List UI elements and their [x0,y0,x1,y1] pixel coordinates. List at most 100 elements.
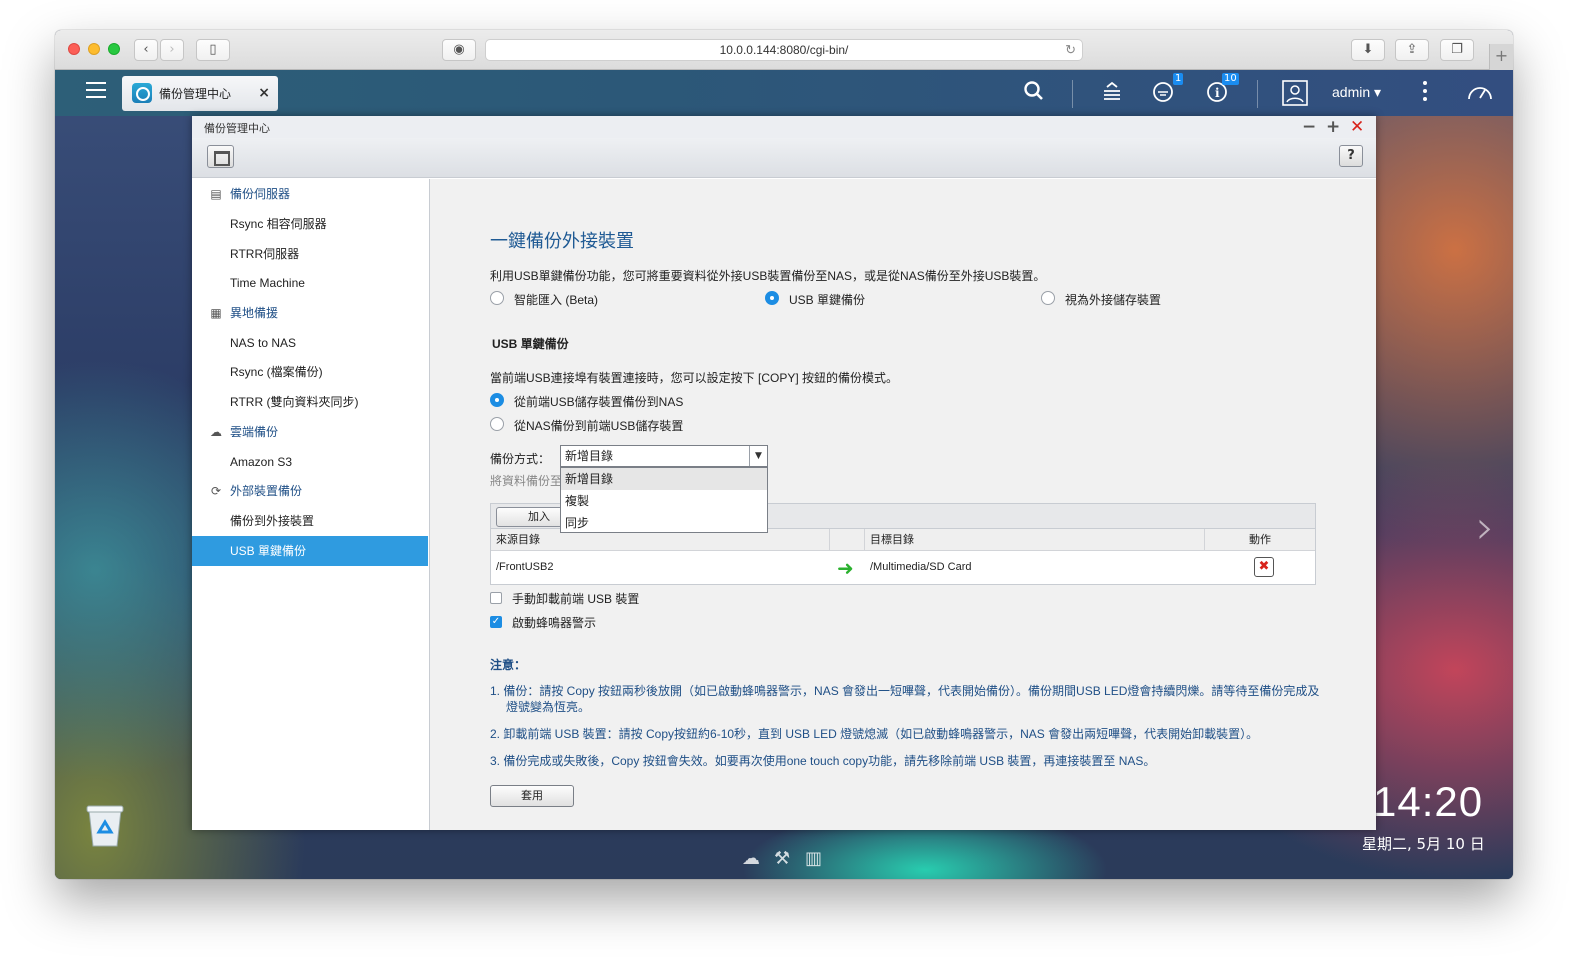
dashboard-icon[interactable] [1466,80,1494,107]
share-icon: ⇪ [1406,42,1418,57]
cloud-icon: ☁ [210,425,222,439]
sidebar-item-rsync-file-backup[interactable]: Rsync (檔案備份) [192,357,428,387]
help-button[interactable]: ? [1339,145,1363,167]
close-window-button[interactable] [68,43,80,55]
checkbox-beeper-alert[interactable]: ✓ [490,616,502,628]
sidebar-group-external-backup[interactable]: ⟳ 外部裝置備份 [208,476,302,506]
sidebar-item-nas-to-nas[interactable]: NAS to NAS [192,328,428,358]
radio-label-usb-one-touch: USB 單鍵備份 [789,293,866,307]
table-row[interactable]: /FrontUSB2 ➜ /Multimedia/SD Card ✖ [491,551,1315,583]
sidebar: ▤ 備份伺服器 Rsync 相容伺服器 RTRR伺服器 Time Machine … [192,179,430,830]
sidebar-group-label: 備份伺服器 [230,187,291,201]
share-button[interactable]: ⇪ [1395,39,1429,61]
check-icon: ✓ [491,616,501,627]
checkbox-label-beeper-alert: 啟動蜂鳴器警示 [512,616,597,630]
overview-button[interactable] [207,145,234,168]
backup-method-dropdown: 新增目錄 複製 同步 [560,467,768,533]
user-avatar-icon[interactable] [1282,80,1308,111]
note-2: 2. 卸載前端 USB 裝置：請按 Copy按鈕約6-10秒，直到 USB LE… [490,727,1259,741]
divider [1072,80,1073,108]
sidebar-group-remote-replication[interactable]: ▦ 異地備援 [208,298,278,328]
app-tab-backup-station[interactable]: 備份管理中心 × [122,76,278,111]
app-tab-label: 備份管理中心 [159,87,232,101]
column-header-action: 動作 [1249,533,1271,546]
radio-nas-to-usb[interactable] [490,417,504,431]
cloud-icon[interactable]: ☁ [742,848,760,869]
sidebar-item-time-machine[interactable]: Time Machine [192,268,428,298]
radio-external-storage[interactable] [1041,291,1055,305]
more-options-icon[interactable] [1421,80,1429,107]
minimize-window-button[interactable] [88,43,100,55]
maximize-icon[interactable]: + [1326,117,1340,137]
window-titlebar: 備份管理中心 − + ✕ [192,116,1376,138]
apply-button[interactable]: 套用 [490,785,574,807]
divider [1257,80,1258,108]
privacy-report-button[interactable]: ◉ [442,39,476,61]
arrow-right-icon: ➜ [837,556,854,580]
radio-usb-to-nas[interactable] [490,393,504,407]
note-1-continued: 燈號變為恆亮。 [506,700,591,714]
nas-desktop: 備份管理中心 × 1 i 10 admin ▾ › 14:20 星期二, 5月 … [55,70,1513,879]
desktop-clock: 14:20 [1373,778,1484,825]
radio-label-external-storage: 視為外接儲存裝置 [1065,293,1162,307]
new-tab-button[interactable]: + [1489,44,1513,70]
shield-icon: ◉ [453,42,465,57]
dropdown-option-sync[interactable]: 同步 [561,512,767,534]
dropdown-option-new-folder[interactable]: 新增目錄 [561,468,767,490]
sidebar-group-backup-server[interactable]: ▤ 備份伺服器 [208,179,290,209]
close-icon[interactable]: × [258,85,270,101]
main-content: 一鍵備份外接裝置 利用USB單鍵備份功能，您可將重要資料從外接USB裝置備份至N… [430,179,1376,830]
window-title: 備份管理中心 [204,122,270,135]
sidebar-item-rtrr-sync[interactable]: RTRR (雙向資料夾同步) [192,387,428,417]
cell-target: /Multimedia/SD Card [870,561,972,573]
main-menu-icon[interactable] [86,82,106,100]
checkbox-manual-unmount[interactable] [490,592,502,604]
chevron-left-icon: ‹ [143,42,149,57]
downloads-button[interactable]: ⬇ [1351,39,1385,61]
browser-window: ‹ › ▯ ◉ 10.0.0.144:8080/cgi-bin/ ↻ ⬇ ⇪ ❐… [55,30,1513,879]
building-icon: ▦ [210,306,222,320]
backup-method-select[interactable]: 新增目錄 ▼ [560,445,768,467]
sidebar-item-amazon-s3[interactable]: Amazon S3 [192,447,428,477]
background-tasks-icon[interactable] [1101,80,1123,107]
radio-label-nas-to-usb: 從NAS備份到前端USB儲存裝置 [514,419,684,433]
book-icon[interactable]: ▥ [805,848,822,869]
external-device-icon[interactable] [1152,80,1176,109]
next-page-arrow-icon[interactable]: › [1476,500,1494,554]
tools-icon[interactable]: ⚒ [774,848,790,869]
backup-method-label: 備份方式： [490,452,551,466]
sidebar-group-cloud-backup[interactable]: ☁ 雲端備份 [208,417,278,447]
radio-usb-one-touch[interactable] [765,291,779,305]
sidebar-group-label: 雲端備份 [230,425,279,439]
intro-text: 利用USB單鍵備份功能，您可將重要資料從外接USB裝置備份至NAS，或是從NAS… [490,269,1046,283]
desktop-date: 星期二, 5月 10 日 [1362,835,1485,853]
plus-icon: + [1494,46,1509,65]
download-icon: ⬇ [1362,42,1374,57]
tabs-icon: ❐ [1451,42,1463,57]
url-text: 10.0.0.144:8080/cgi-bin/ [719,43,849,57]
search-icon[interactable] [1023,80,1045,107]
user-menu[interactable]: admin ▾ [1332,84,1381,101]
close-icon[interactable]: ✕ [1350,117,1364,137]
notification-badge: 1 [1173,73,1184,85]
sidebar-group-label: 外部裝置備份 [230,484,303,498]
sidebar-item-usb-one-touch[interactable]: USB 單鍵備份 [192,536,428,566]
sidebar-item-external-drive[interactable]: 備份到外接裝置 [192,506,428,536]
back-button[interactable]: ‹ [134,39,158,61]
recycle-bin-icon[interactable] [83,802,127,848]
chevron-down-icon[interactable]: ▼ [749,446,767,466]
reload-icon[interactable]: ↻ [1065,40,1076,60]
delete-icon[interactable]: ✖ [1254,557,1274,577]
section-description: 當前端USB連接埠有裝置連接時，您可以設定按下 [COPY] 按鈕的備份模式。 [490,371,899,385]
address-bar[interactable]: 10.0.0.144:8080/cgi-bin/ ↻ [485,39,1083,61]
minimize-icon[interactable]: − [1302,117,1316,137]
radio-smart-import[interactable] [490,291,504,305]
dropdown-option-copy[interactable]: 複製 [561,490,767,512]
sidebar-toggle-button[interactable]: ▯ [196,39,230,61]
sidebar-item-rsync-server[interactable]: Rsync 相容伺服器 [192,209,428,239]
zoom-window-button[interactable] [108,43,120,55]
select-value: 新增目錄 [565,449,614,463]
tabs-overview-button[interactable]: ❐ [1440,39,1474,61]
forward-button[interactable]: › [160,39,184,61]
sidebar-item-rtrr-server[interactable]: RTRR伺服器 [192,239,428,269]
